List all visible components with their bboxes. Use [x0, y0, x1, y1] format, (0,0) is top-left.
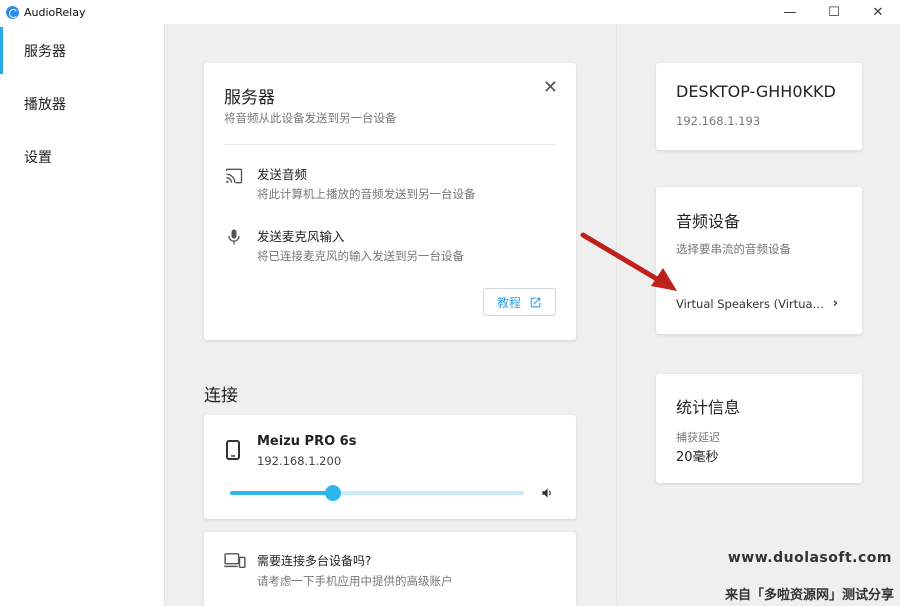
minimize-button[interactable]: —: [768, 0, 812, 24]
sidebar-item-server[interactable]: 服务器: [0, 24, 164, 77]
app-title: AudioRelay: [24, 5, 86, 19]
phone-icon: [226, 440, 240, 460]
chevron-right-icon: ›: [832, 296, 838, 311]
audio-device-card: 音频设备 选择要串流的音频设备 Virtual Speakers (Virtua…: [656, 187, 862, 334]
multi-device-description: 请考虑一下手机应用中提供的高级账户: [257, 574, 453, 588]
sidebar: 服务器 播放器 设置: [0, 24, 165, 606]
right-panel: DESKTOP-GHH0KKD 192.168.1.193 音频设备 选择要串流…: [617, 24, 900, 606]
volume-slider-fill: [230, 491, 333, 495]
watermark-site: www.duolasoft.com: [727, 550, 892, 566]
device-ip: 192.168.1.200: [257, 454, 342, 468]
tutorial-label: 教程: [496, 295, 521, 310]
devices-icon: [224, 553, 246, 569]
send-audio-title[interactable]: 发送音频: [257, 164, 307, 183]
audio-device-title: 音频设备: [676, 212, 741, 231]
audio-device-subtitle: 选择要串流的音频设备: [676, 242, 791, 256]
multi-device-card: 需要连接多台设备吗? 请考虑一下手机应用中提供的高级账户: [204, 532, 576, 606]
connected-device-card: Meizu PRO 6s 192.168.1.200: [204, 415, 576, 519]
send-mic-title[interactable]: 发送麦克风输入: [257, 226, 345, 245]
stats-title: 统计信息: [676, 398, 741, 417]
sidebar-item-label: 播放器: [24, 96, 66, 113]
volume-icon[interactable]: [540, 486, 554, 500]
volume-slider-thumb[interactable]: [324, 485, 341, 501]
main-panel: 服务器 将音频从此设备发送到另一台设备 ✕ 发送音频 将此计算机上播放的音频发送…: [166, 24, 616, 606]
stats-card: 统计信息 捕获延迟 20毫秒: [656, 374, 862, 483]
host-name: DESKTOP-GHH0KKD: [676, 82, 836, 101]
multi-device-title: 需要连接多台设备吗?: [257, 554, 372, 568]
tutorial-button[interactable]: 教程: [483, 288, 556, 316]
server-card-subtitle: 将音频从此设备发送到另一台设备: [224, 111, 397, 125]
annotation-arrow: [580, 232, 677, 291]
audio-device-selector[interactable]: Virtual Speakers (Virtua… ›: [676, 296, 838, 311]
device-name: Meizu PRO 6s: [257, 434, 357, 449]
sidebar-item-label: 设置: [24, 149, 52, 166]
latency-label: 捕获延迟: [676, 431, 720, 444]
divider: [224, 144, 556, 145]
connections-heading: 连接: [204, 386, 238, 406]
sidebar-item-settings[interactable]: 设置: [0, 130, 164, 183]
microphone-icon: [228, 229, 240, 245]
close-icon[interactable]: ✕: [543, 77, 558, 98]
server-card-title: 服务器: [224, 88, 275, 108]
send-audio-description: 将此计算机上播放的音频发送到另一台设备: [257, 187, 476, 201]
sidebar-item-label: 服务器: [24, 43, 66, 60]
host-ip: 192.168.1.193: [676, 114, 761, 128]
maximize-button[interactable]: ☐: [812, 0, 856, 24]
cast-icon: [225, 168, 243, 184]
audio-device-selected: Virtual Speakers (Virtua…: [676, 296, 825, 311]
window-controls: — ☐ ✕: [768, 0, 900, 24]
server-card: 服务器 将音频从此设备发送到另一台设备 ✕ 发送音频 将此计算机上播放的音频发送…: [204, 63, 576, 340]
external-link-icon: [530, 297, 541, 307]
send-mic-description: 将已连接麦克风的输入发送到另一台设备: [257, 249, 464, 263]
close-button[interactable]: ✕: [856, 0, 900, 24]
watermark-note: 来自「多啦资源网」测试分享: [724, 588, 894, 603]
latency-value: 20毫秒: [676, 450, 719, 465]
title-bar: AudioRelay — ☐ ✕: [0, 0, 900, 24]
host-card: DESKTOP-GHH0KKD 192.168.1.193: [656, 63, 862, 150]
volume-slider[interactable]: [230, 485, 524, 501]
app-logo-icon: [6, 5, 19, 19]
sidebar-item-player[interactable]: 播放器: [0, 77, 164, 130]
